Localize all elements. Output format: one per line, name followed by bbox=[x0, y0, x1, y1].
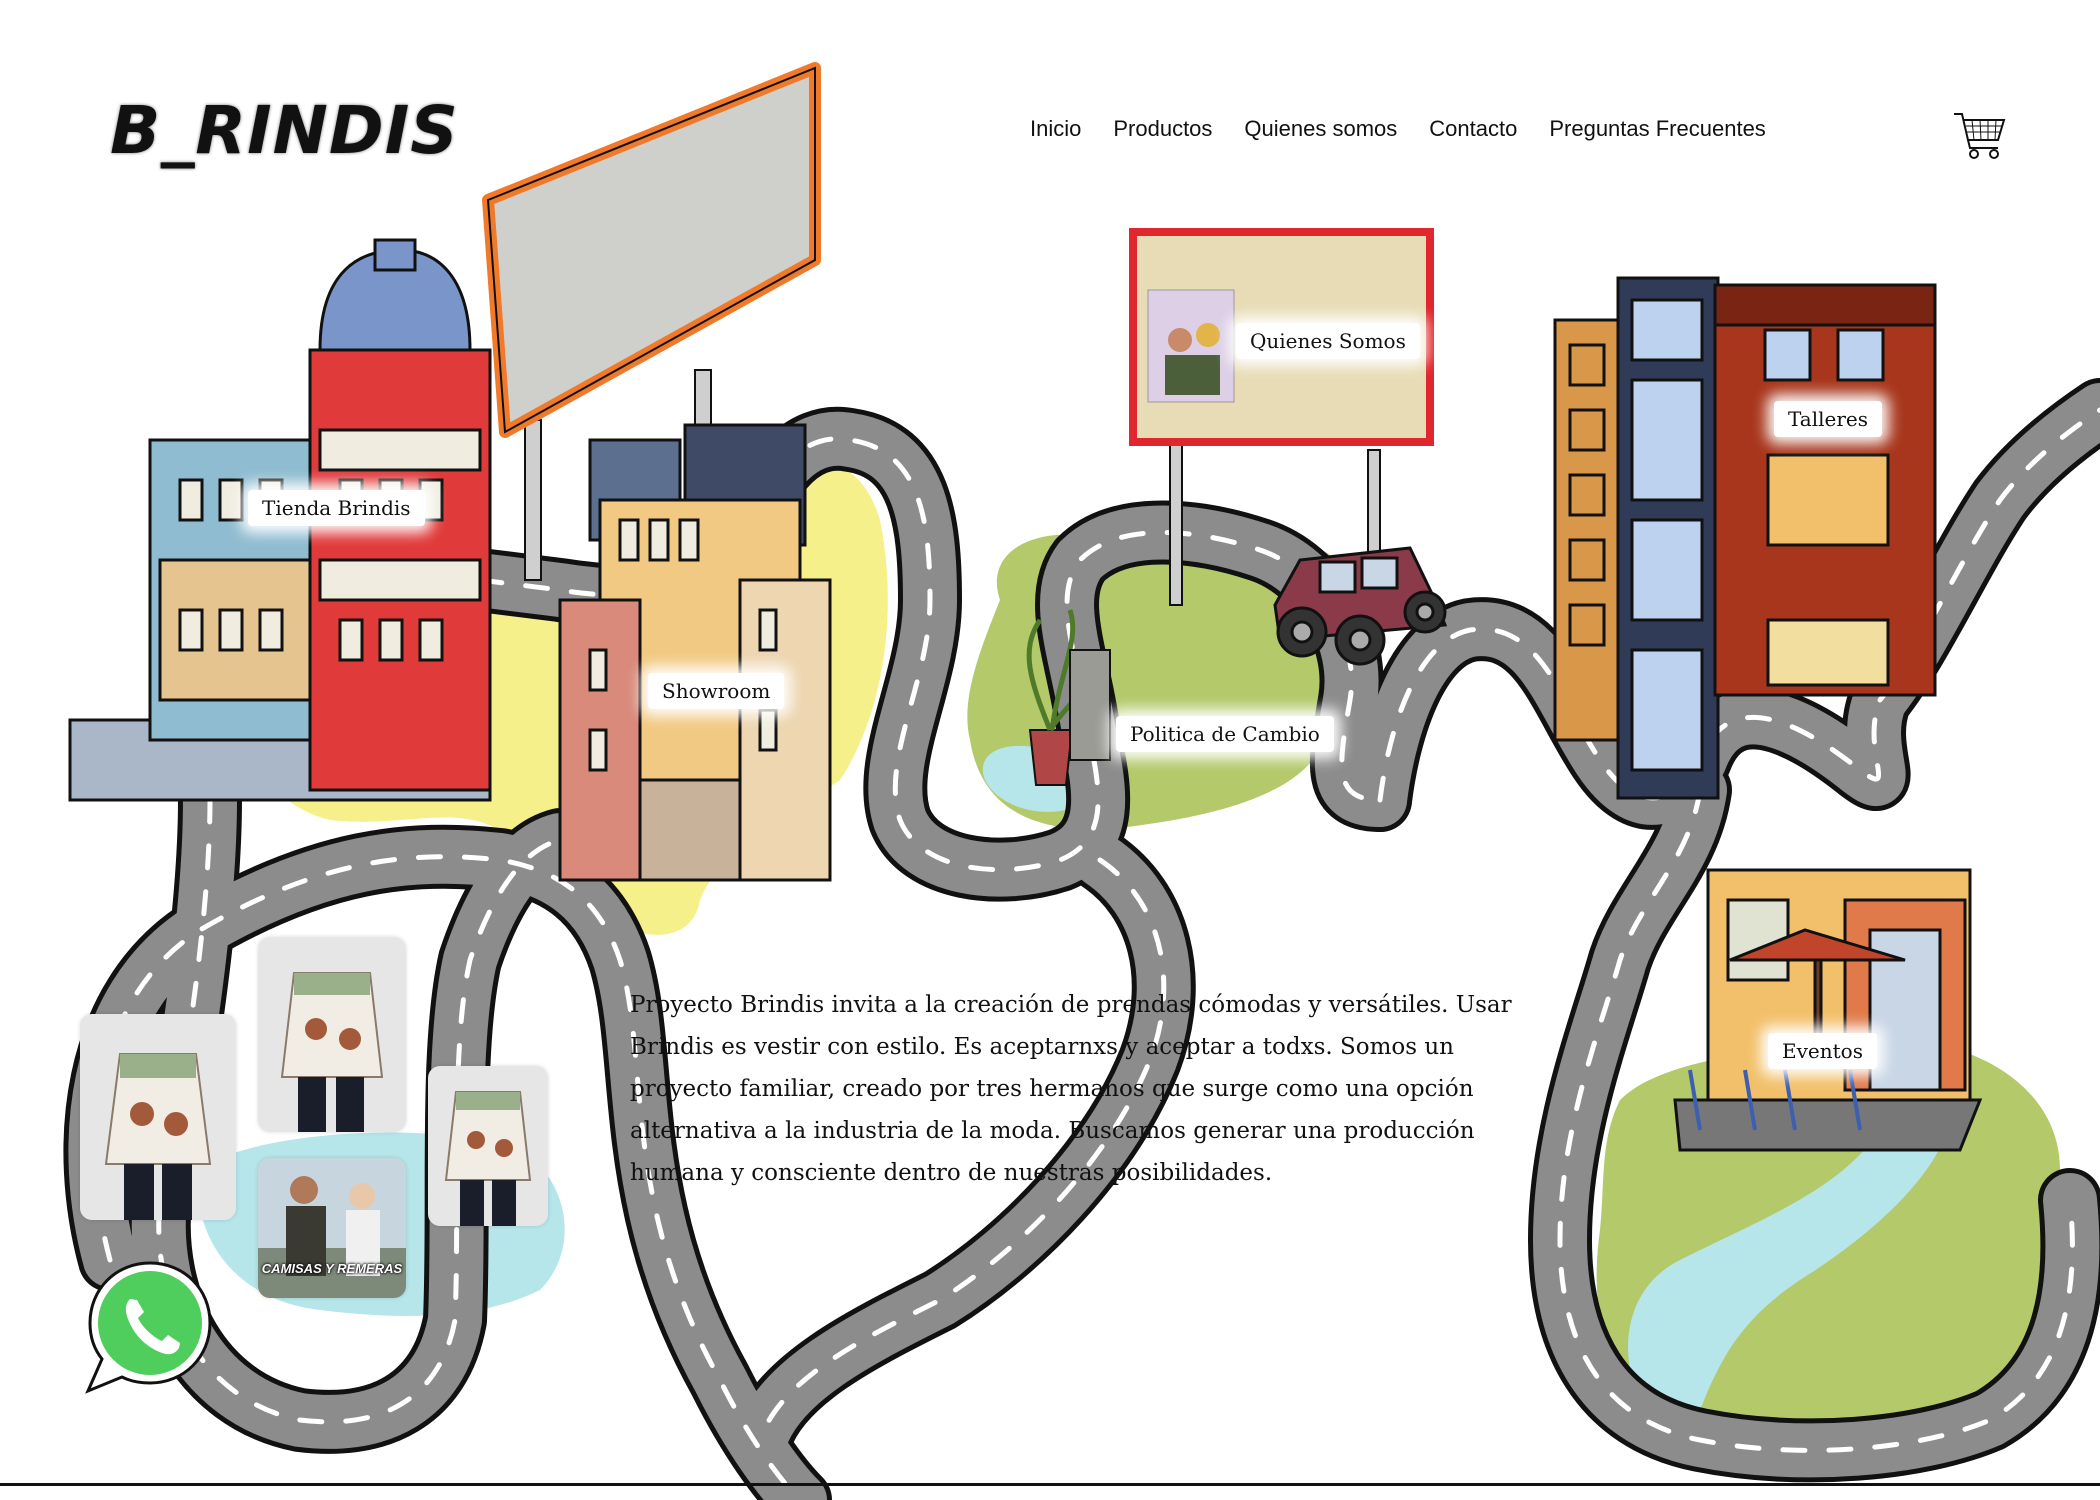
product-photo[interactable] bbox=[80, 1014, 236, 1220]
sweater-image bbox=[428, 1066, 548, 1226]
people-photo-image bbox=[258, 1158, 406, 1298]
product-category-caption: CAMISAS Y REMERAS bbox=[261, 1261, 403, 1276]
eventos-cafe-illustration bbox=[1673, 868, 1983, 1152]
product-category-camisas[interactable]: CAMISAS Y REMERAS bbox=[258, 1158, 406, 1298]
map-label-talleres[interactable]: Talleres bbox=[1774, 401, 1882, 437]
map-label-tienda-brindis[interactable]: Tienda Brindis bbox=[248, 490, 425, 526]
product-photo[interactable] bbox=[428, 1066, 548, 1226]
nav-item-contacto[interactable]: Contacto bbox=[1429, 116, 1517, 142]
map-label-quienes-somos[interactable]: Quienes Somos bbox=[1236, 323, 1420, 359]
map-label-politica-de-cambio[interactable]: Politica de Cambio bbox=[1116, 716, 1334, 752]
map-label-showroom[interactable]: Showroom bbox=[648, 673, 785, 709]
nav-item-preguntas-frecuentes[interactable]: Preguntas Frecuentes bbox=[1549, 116, 1765, 142]
shopping-cart-icon[interactable] bbox=[1952, 108, 2008, 160]
intro-line: Proyecto Brindis invita a la creación de… bbox=[630, 992, 1512, 1018]
brand-logo[interactable]: B_RINDIS bbox=[110, 92, 459, 169]
intro-line: alternativa a la industria de la moda. B… bbox=[630, 1118, 1475, 1144]
map-label-eventos[interactable]: Eventos bbox=[1768, 1033, 1877, 1069]
footer-divider bbox=[0, 1483, 2100, 1486]
nav-item-inicio[interactable]: Inicio bbox=[1030, 116, 1081, 142]
intro-text: Proyecto Brindis invita a la creación de… bbox=[630, 984, 1590, 1194]
page: B_RINDIS Inicio Productos Quienes somos … bbox=[0, 0, 2100, 1500]
whatsapp-icon[interactable] bbox=[80, 1255, 220, 1395]
nav-item-quienes-somos[interactable]: Quienes somos bbox=[1244, 116, 1397, 142]
sweater-image bbox=[258, 937, 406, 1132]
nav-item-productos[interactable]: Productos bbox=[1113, 116, 1212, 142]
main-nav: Inicio Productos Quienes somos Contacto … bbox=[1030, 116, 1766, 142]
intro-line: proyecto familiar, creado por tres herma… bbox=[630, 1076, 1474, 1102]
sweater-image bbox=[80, 1014, 236, 1220]
intro-line: humana y consciente dentro de nuestras p… bbox=[630, 1160, 1273, 1186]
intro-line: Brindis es vestir con estilo. Es aceptar… bbox=[630, 1034, 1454, 1060]
product-photo[interactable] bbox=[258, 937, 406, 1132]
showroom-building-illustration bbox=[558, 423, 832, 882]
